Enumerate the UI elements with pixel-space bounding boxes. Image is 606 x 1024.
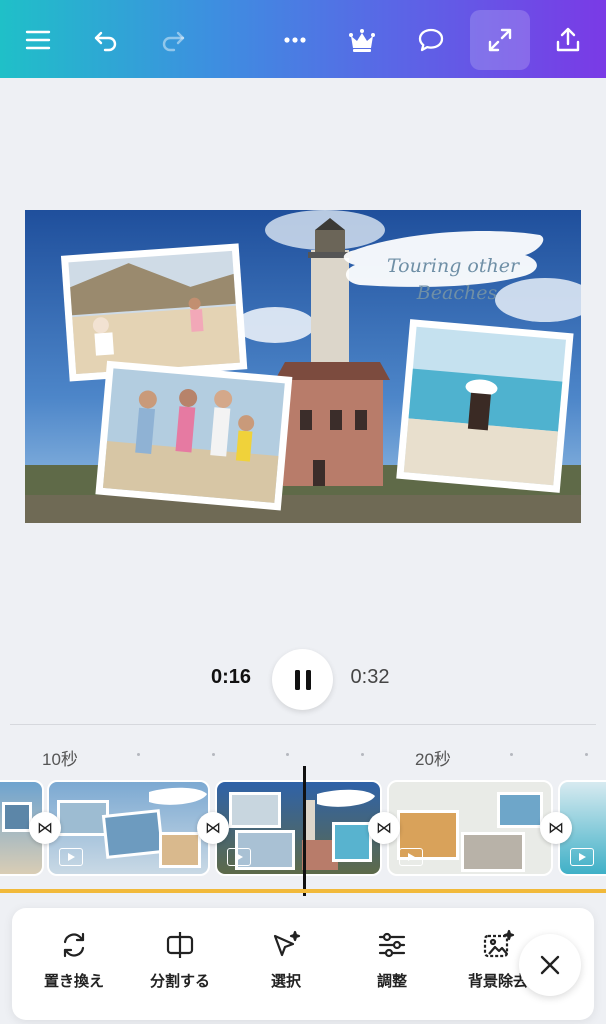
video-clip-icon	[399, 848, 423, 866]
undo-button[interactable]	[76, 10, 136, 70]
more-button[interactable]	[265, 10, 325, 70]
transition-button[interactable]: ⋈	[540, 812, 572, 844]
undo-icon	[94, 31, 117, 52]
playhead[interactable]	[303, 766, 306, 896]
ruler-tick	[585, 753, 588, 756]
crown-icon	[349, 29, 375, 52]
comment-button[interactable]	[401, 10, 461, 70]
adjust-tool[interactable]: 調整	[342, 928, 442, 991]
replace-tool[interactable]: 置き換え	[24, 928, 124, 991]
share-icon	[556, 27, 580, 52]
expand-icon	[488, 28, 512, 52]
tool-label: 調整	[376, 973, 407, 990]
slide-title-line1: Touring other	[387, 255, 521, 277]
share-button[interactable]	[538, 10, 598, 70]
tool-sheet: 置き換え 分割する 選択 調整 背景除去	[12, 908, 594, 1020]
split-icon	[166, 932, 194, 958]
ruler-tick	[137, 753, 140, 756]
video-clip-icon	[227, 848, 251, 866]
ruler-tick	[286, 753, 289, 756]
ruler-label-10s: 10秒	[42, 750, 78, 769]
pause-button[interactable]	[272, 649, 333, 710]
design-canvas[interactable]: Touring other Beaches	[25, 210, 581, 523]
total-time: 0:32	[350, 666, 390, 688]
replace-icon	[63, 932, 85, 958]
divider	[10, 724, 596, 725]
tool-label: 置き換え	[43, 973, 104, 990]
fullscreen-button[interactable]	[470, 10, 530, 70]
timeline-clip-4[interactable]	[387, 780, 553, 876]
transition-button[interactable]: ⋈	[197, 812, 229, 844]
timeline-clip-3[interactable]	[215, 780, 382, 876]
close-icon	[540, 955, 560, 975]
slide-title-line2: Beaches	[416, 282, 498, 304]
video-clip-icon	[59, 848, 83, 866]
pro-button[interactable]	[332, 10, 392, 70]
redo-icon	[162, 31, 185, 52]
background-remover-icon	[483, 929, 515, 958]
photo-friends-walk	[95, 360, 293, 511]
ruler-tick	[510, 753, 513, 756]
tool-label: 選択	[270, 973, 301, 990]
menu-button[interactable]	[8, 10, 68, 70]
select-tool[interactable]: 選択	[236, 928, 336, 991]
timeline-clip-2[interactable]	[47, 780, 210, 876]
ruler-label-20s: 20秒	[415, 750, 451, 769]
current-time: 0:16	[210, 666, 252, 688]
ruler-tick	[212, 753, 215, 756]
photo-family-beach	[60, 243, 248, 382]
transition-button[interactable]: ⋈	[368, 812, 400, 844]
hamburger-icon	[25, 30, 51, 50]
redo-button[interactable]	[143, 10, 203, 70]
more-icon	[284, 37, 306, 43]
video-clip-icon	[570, 848, 594, 866]
comment-icon	[418, 28, 444, 52]
split-tool[interactable]: 分割する	[130, 928, 230, 991]
transition-button[interactable]: ⋈	[29, 812, 61, 844]
pause-icon	[294, 669, 311, 690]
ruler-tick	[361, 753, 364, 756]
audio-track[interactable]	[0, 889, 606, 893]
top-toolbar	[0, 0, 606, 78]
tool-label: 分割する	[149, 973, 210, 990]
magic-select-icon	[273, 930, 301, 957]
photo-woman-hat	[396, 319, 574, 493]
slide-artwork: Touring other Beaches	[25, 210, 581, 523]
adjust-icon	[378, 932, 406, 958]
close-button[interactable]	[519, 934, 581, 996]
